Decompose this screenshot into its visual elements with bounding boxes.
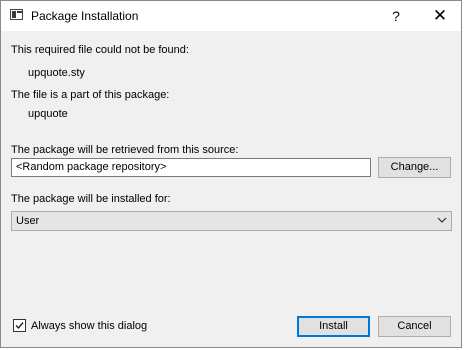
close-button[interactable]: ✕ [425,5,455,27]
source-label: The package will be retrieved from this … [11,144,239,156]
package-installation-dialog: Package Installation ? ✕ This required f… [0,0,462,348]
window-icon [10,9,23,20]
file-name: upquote.sty [28,67,85,79]
source-input[interactable]: <Random package repository> [11,158,371,177]
installed-for-value: User [16,215,40,227]
installed-for-label: The package will be installed for: [11,193,171,205]
always-show-label[interactable]: Always show this dialog [31,320,147,332]
installed-for-dropdown[interactable]: User [11,211,452,231]
title-bar[interactable]: Package Installation ? ✕ [1,1,461,31]
install-button[interactable]: Install [297,316,370,337]
package-name: upquote [28,108,68,120]
cancel-button[interactable]: Cancel [378,316,451,337]
help-button[interactable]: ? [384,5,408,27]
always-show-checkbox[interactable] [13,319,26,332]
not-found-label: This required file could not be found: [11,44,189,56]
change-source-button[interactable]: Change... [378,157,451,178]
chevron-down-icon [437,217,447,223]
checkmark-icon [15,322,24,330]
window-title: Package Installation [31,9,139,23]
package-part-label: The file is a part of this package: [11,89,170,101]
